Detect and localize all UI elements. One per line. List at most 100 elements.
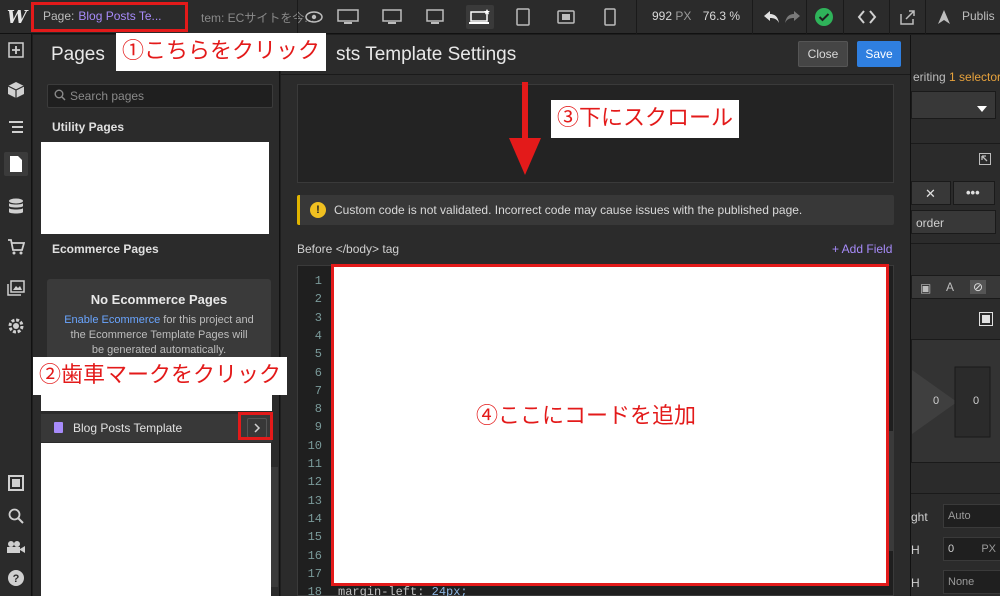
breakpoint-mobile-portrait-icon[interactable]	[598, 5, 622, 29]
video-tutorials-icon[interactable]	[4, 535, 28, 559]
search-icon[interactable]	[4, 504, 28, 528]
pages-scrollbar[interactable]	[271, 467, 278, 587]
symbols-cube-icon[interactable]	[4, 78, 28, 102]
toolbar-divider	[889, 0, 890, 34]
clear-x-icon: ✕	[925, 186, 936, 201]
settings-gear-icon[interactable]	[4, 314, 28, 338]
order-label: order	[916, 216, 945, 230]
pages-panel: Pages Search pages Utility Pages Ecommer…	[33, 35, 280, 596]
breakpoint-xxl-icon[interactable]	[336, 5, 360, 29]
code-line-18: margin-left: 24px;	[338, 585, 468, 596]
add-elements-icon[interactable]	[4, 38, 28, 62]
enable-ecommerce-link[interactable]: Enable Ecommerce	[64, 314, 160, 326]
spacing-box: 0 0	[911, 339, 1000, 463]
line-number-gutter: 1 2 3 4 5 6 7 8 9 10 11 12 13 14 15 16 17 18	[298, 266, 328, 596]
breakpoint-mobile-landscape-icon[interactable]	[554, 5, 578, 29]
publish-button[interactable]: Publis	[962, 9, 995, 23]
toolbar-divider	[752, 0, 753, 34]
margin-right-value[interactable]: 0	[973, 395, 979, 407]
toolbar-divider	[925, 0, 926, 34]
line-number: 7	[314, 383, 322, 398]
margin-left-value[interactable]: 0	[933, 395, 939, 407]
line-number: 9	[314, 420, 322, 435]
preview-eye-icon[interactable]	[302, 5, 326, 29]
settings-title: sts Template Settings	[336, 44, 517, 65]
assets-image-icon[interactable]	[4, 276, 28, 300]
annotation-box-gear	[238, 412, 273, 440]
inline-block-icon[interactable]: ▣	[920, 281, 931, 295]
add-field-button[interactable]: + Add Field	[832, 242, 892, 256]
ecommerce-pages-heading: Ecommerce Pages	[52, 242, 159, 256]
code-export-icon[interactable]	[855, 5, 879, 29]
height-value: Auto	[948, 510, 971, 522]
min-height-input[interactable]: 0 PX	[943, 537, 1000, 561]
annotation-box-page-selector	[31, 2, 188, 32]
utility-pages-heading: Utility Pages	[52, 120, 125, 134]
edit-mode-icon[interactable]	[4, 471, 28, 495]
annotation-down-arrow-icon	[509, 82, 541, 175]
line-number: 2	[314, 292, 322, 307]
line-number: 14	[307, 511, 322, 526]
page-doc-icon	[54, 422, 63, 433]
share-icon[interactable]	[896, 5, 920, 29]
cms-database-icon[interactable]	[4, 195, 28, 219]
breakpoint-large-icon[interactable]	[423, 5, 447, 29]
status-check-icon[interactable]	[812, 5, 836, 29]
expand-icon[interactable]	[979, 153, 991, 168]
selector-count[interactable]: 1 selector	[949, 70, 1000, 84]
no-ecommerce-notice: No Ecommerce Pages Enable Ecommerce for …	[47, 279, 271, 359]
text-icon[interactable]: A	[946, 280, 954, 294]
no-ecommerce-text-2: the Ecommerce Template Pages will	[70, 329, 248, 341]
line-number: 5	[314, 347, 322, 362]
line-number: 8	[314, 402, 322, 417]
search-pages-input[interactable]: Search pages	[47, 84, 273, 108]
before-body-label: Before </body> tag	[297, 242, 400, 256]
save-button[interactable]: Save	[857, 41, 901, 67]
redo-icon[interactable]	[780, 5, 804, 29]
breakpoint-desktop-base-icon[interactable]	[466, 5, 494, 29]
line-number: 11	[307, 457, 322, 471]
max-height-label: H	[911, 576, 920, 590]
height-input[interactable]: Auto	[943, 504, 1000, 528]
max-height-value: None	[948, 576, 975, 588]
help-icon[interactable]: ?	[4, 566, 28, 590]
panel-divider	[911, 493, 1000, 494]
more-dots-icon: •••	[966, 185, 980, 200]
toolbar-divider	[806, 0, 807, 34]
toolbar-divider	[843, 0, 844, 34]
settings-header: sts Template Settings Close Save	[281, 35, 910, 75]
panel-divider	[911, 243, 1000, 244]
hidden-icon[interactable]: ⊘	[970, 280, 987, 294]
navigator-icon[interactable]	[4, 115, 28, 139]
webflow-logo-icon[interactable]: W	[0, 0, 34, 34]
canvas-width: 992	[652, 9, 673, 23]
line-number: 4	[314, 328, 322, 343]
annotation-step-3: ③下にスクロール	[551, 100, 740, 138]
canvas-dimensions: 992 PX 76.3 %	[652, 9, 740, 23]
position-icon[interactable]	[979, 312, 993, 329]
left-rail: ?	[0, 34, 32, 596]
pages-icon[interactable]	[4, 152, 28, 176]
no-ecommerce-title: No Ecommerce Pages	[90, 292, 228, 307]
more-options-button[interactable]: •••	[953, 181, 995, 205]
selector-dropdown[interactable]	[911, 91, 996, 119]
ecommerce-cart-icon[interactable]	[4, 235, 28, 259]
search-pages-placeholder: Search pages	[70, 89, 145, 103]
breakpoint-xl-icon[interactable]	[380, 5, 404, 29]
breakpoint-tablet-icon[interactable]	[511, 5, 535, 29]
order-field[interactable]: order	[911, 210, 996, 234]
canvas-zoom: 76.3 %	[702, 9, 741, 23]
canvas-width-unit: PX	[675, 9, 692, 23]
close-button[interactable]: Close	[798, 41, 848, 67]
style-panel: eriting 1 selector ✕ ••• order ▣ A ⊘ 0 0…	[910, 35, 1000, 596]
clear-styles-button[interactable]: ✕	[911, 181, 951, 205]
no-ecommerce-text-1: for this project and	[160, 314, 254, 326]
no-ecommerce-text-3: be generated automatically.	[91, 344, 227, 356]
search-icon	[54, 86, 66, 108]
annotation-step-1: ①こちらをクリック	[116, 33, 327, 71]
page-item-label: Blog Posts Template	[73, 421, 183, 435]
display-options[interactable]: ▣ A ⊘	[911, 275, 1000, 299]
max-height-input[interactable]: None	[943, 570, 1000, 594]
validation-warning: ! Custom code is not validated. Incorrec…	[297, 195, 894, 225]
publish-rocket-icon[interactable]	[932, 5, 956, 29]
